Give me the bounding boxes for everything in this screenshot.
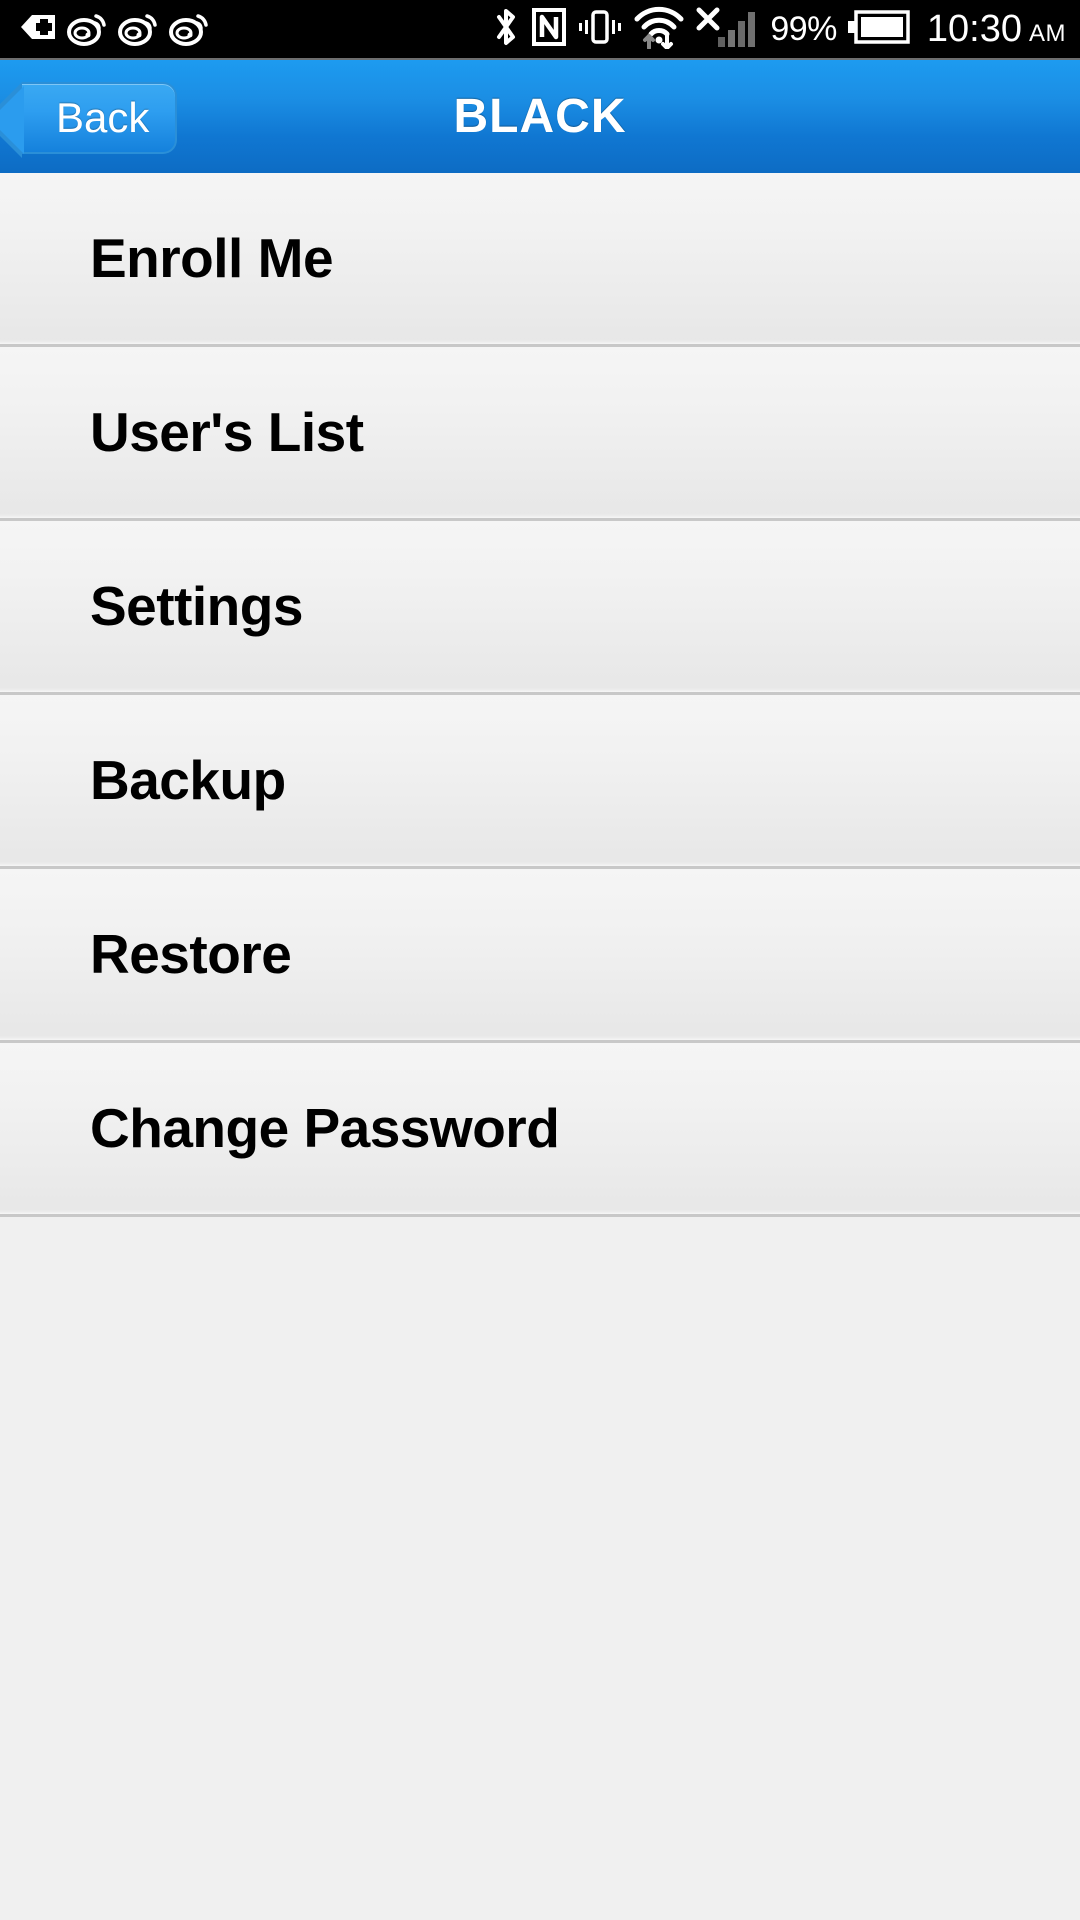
signal-bars-icon (717, 6, 759, 53)
list-empty-area (0, 1217, 1080, 1920)
nfc-icon (531, 6, 567, 53)
wifi-icon (633, 5, 685, 54)
menu-item-restore[interactable]: Restore (0, 869, 1080, 1043)
status-bar-clock: 10:30 AM (927, 10, 1066, 48)
menu-item-label: Change Password (90, 1097, 560, 1159)
menu-item-settings[interactable]: Settings (0, 521, 1080, 695)
clock-time: 10:30 (926, 8, 1022, 50)
menu-item-label: Enroll Me (90, 227, 334, 289)
menu-item-users-list[interactable]: User's List (0, 347, 1080, 521)
menu-item-label: Backup (90, 749, 286, 811)
clock-meridiem: AM (1029, 20, 1066, 47)
status-bar-system-icons: 99% 10:30 AM (492, 5, 1066, 54)
status-bar-notification-icons (18, 7, 211, 52)
menu-item-label: User's List (90, 401, 364, 463)
battery-full-icon (847, 9, 910, 50)
back-plus-icon (18, 7, 58, 52)
menu-list: Enroll Me User's List Settings Backup Re… (0, 173, 1080, 1920)
vibrate-icon (578, 6, 622, 53)
battery-percent-label: 99% (770, 10, 837, 48)
back-button-label: Back (56, 94, 150, 141)
bluetooth-icon (492, 6, 520, 53)
app-screen: 99% 10:30 AM Back BLACK Enroll Me User's… (0, 0, 1080, 1920)
status-bar: 99% 10:30 AM (0, 0, 1080, 58)
menu-item-change-password[interactable]: Change Password (0, 1043, 1080, 1217)
menu-item-label: Settings (90, 575, 303, 637)
menu-item-enroll-me[interactable]: Enroll Me (0, 173, 1080, 347)
weibo-notification-icon-1 (67, 7, 109, 52)
navigation-bar: Back BLACK (0, 58, 1080, 173)
back-button[interactable]: Back (0, 82, 178, 158)
weibo-notification-icon-2 (118, 7, 160, 52)
menu-item-label: Restore (90, 923, 292, 985)
menu-item-backup[interactable]: Backup (0, 695, 1080, 869)
weibo-notification-icon-3 (169, 7, 211, 52)
